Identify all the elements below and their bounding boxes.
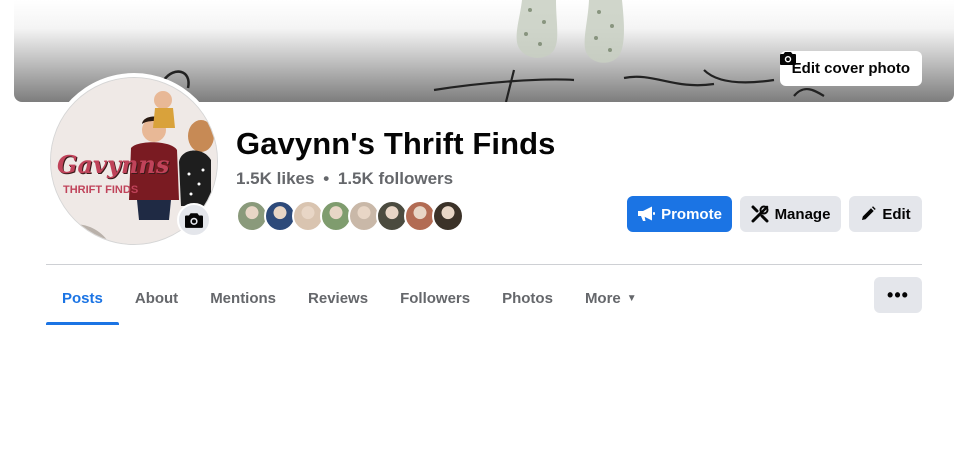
- tab-more[interactable]: More ▼: [569, 272, 653, 325]
- edit-label: Edit: [882, 205, 911, 223]
- tab-followers[interactable]: Followers: [384, 272, 486, 325]
- page-stats: 1.5K likes • 1.5K followers: [236, 169, 453, 189]
- edit-cover-photo-label: Edit cover photo: [791, 60, 910, 77]
- tab-reviews[interactable]: Reviews: [292, 272, 384, 325]
- avatar-logo-subtitle: THRIFT FINDS: [63, 184, 139, 196]
- camera-icon: [185, 213, 203, 228]
- edit-cover-photo-button[interactable]: Edit cover photo: [779, 51, 922, 86]
- more-options-button[interactable]: •••: [874, 277, 922, 313]
- ellipsis-icon: •••: [887, 284, 909, 305]
- tab-about[interactable]: About: [119, 272, 194, 325]
- avatar-logo-script: Gavynns: [57, 150, 170, 179]
- header-divider: [46, 264, 922, 265]
- tab-label: Followers: [400, 290, 471, 307]
- tab-posts[interactable]: Posts: [46, 272, 119, 325]
- megaphone-icon: [638, 206, 656, 221]
- followers-count[interactable]: 1.5K followers: [338, 169, 453, 188]
- tab-label: More: [584, 290, 621, 307]
- promote-button[interactable]: Promote: [627, 196, 732, 232]
- caret-down-icon: ▼: [626, 293, 637, 304]
- update-profile-picture-button[interactable]: [177, 203, 211, 237]
- tab-photos[interactable]: Photos: [486, 272, 569, 325]
- promote-label: Promote: [661, 205, 722, 223]
- tab-label: Reviews: [308, 290, 369, 307]
- tab-label: Posts: [62, 290, 103, 307]
- page-title: Gavynn's Thrift Finds: [236, 126, 556, 161]
- edit-page-button[interactable]: Edit: [849, 196, 922, 232]
- tab-label: Mentions: [210, 290, 277, 307]
- likes-count[interactable]: 1.5K likes: [236, 169, 314, 188]
- follower-avatar[interactable]: [432, 200, 464, 232]
- follower-avatars: [236, 200, 464, 232]
- manage-label: Manage: [774, 205, 831, 223]
- page-tabs: Posts About Mentions Reviews Followers Photos…: [46, 272, 653, 325]
- stats-separator: •: [323, 169, 330, 188]
- manage-button[interactable]: Manage: [740, 196, 841, 232]
- tab-label: About: [134, 290, 179, 307]
- pencil-icon: [862, 206, 877, 220]
- tools-icon: [751, 205, 769, 223]
- tab-mentions[interactable]: Mentions: [194, 272, 292, 325]
- camera-icon: [779, 52, 796, 65]
- tab-label: Photos: [502, 290, 553, 307]
